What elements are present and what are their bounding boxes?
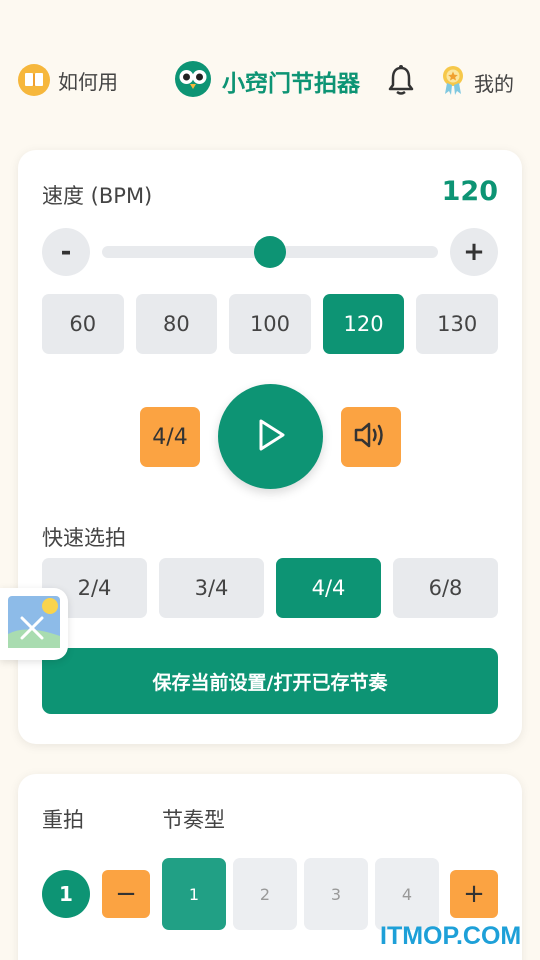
app-branding: 小窍门节拍器 [174,60,360,102]
rhythm-pattern-label: 节奏型 [162,808,225,832]
top-bar: 如何用 小窍门节拍器 我的 [0,52,540,108]
speaker-icon [353,420,389,454]
beat-option-button[interactable]: 6/8 [393,558,498,618]
bpm-preset-button[interactable]: 80 [135,294,218,354]
image-placeholder-icon [6,594,62,654]
bpm-increase-button[interactable]: + [450,228,498,276]
mine-button[interactable]: 我的 [440,64,514,101]
play-icon [255,417,287,457]
bpm-preset-button[interactable]: 120 [322,294,405,354]
owl-logo-icon [174,60,212,102]
beat-option-button[interactable]: 3/4 [159,558,264,618]
bpm-label: 速度 (BPM) [42,184,153,208]
accent-label: 重拍 [42,808,84,832]
metronome-card: 速度 (BPM) 120 - + 60 80 100 120 130 4/4 快… [18,150,522,744]
play-button[interactable] [218,384,323,489]
how-to-use-button[interactable]: 如何用 [18,64,118,96]
sound-button[interactable] [341,407,401,467]
medal-icon [440,64,466,101]
bpm-preset-button[interactable]: 100 [229,294,311,354]
bpm-value: 120 [441,176,498,207]
rhythm-beat-cell[interactable]: 1 [162,858,226,930]
save-settings-button[interactable]: 保存当前设置/打开已存节奏 [42,648,498,714]
bpm-slider-thumb[interactable] [254,236,286,268]
floating-image-widget[interactable] [0,588,68,660]
time-signature-button[interactable]: 4/4 [140,407,200,467]
beat-option-button[interactable]: 4/4 [276,558,381,618]
mine-label: 我的 [474,72,514,96]
bpm-preset-row: 60 80 100 120 130 [42,294,498,354]
beat-decrease-button[interactable]: − [102,870,150,918]
accent-value-badge[interactable]: 1 [42,870,90,918]
site-watermark: ITMOP.COM [380,922,522,950]
quick-beat-row: 2/4 3/4 4/4 6/8 [42,558,498,618]
book-icon [18,64,50,96]
app-title: 小窍门节拍器 [222,71,360,97]
beat-increase-button[interactable]: + [450,870,498,918]
bpm-preset-button[interactable]: 130 [416,294,498,354]
bpm-preset-button[interactable]: 60 [42,294,124,354]
rhythm-beat-cell[interactable]: 4 [375,858,439,930]
rhythm-beat-cell[interactable]: 2 [233,858,297,930]
quick-beat-label: 快速选拍 [42,526,126,550]
rhythm-beat-cell[interactable]: 3 [304,858,368,930]
bpm-decrease-button[interactable]: - [42,228,90,276]
how-to-use-label: 如何用 [58,69,118,94]
bell-icon[interactable] [386,64,416,96]
